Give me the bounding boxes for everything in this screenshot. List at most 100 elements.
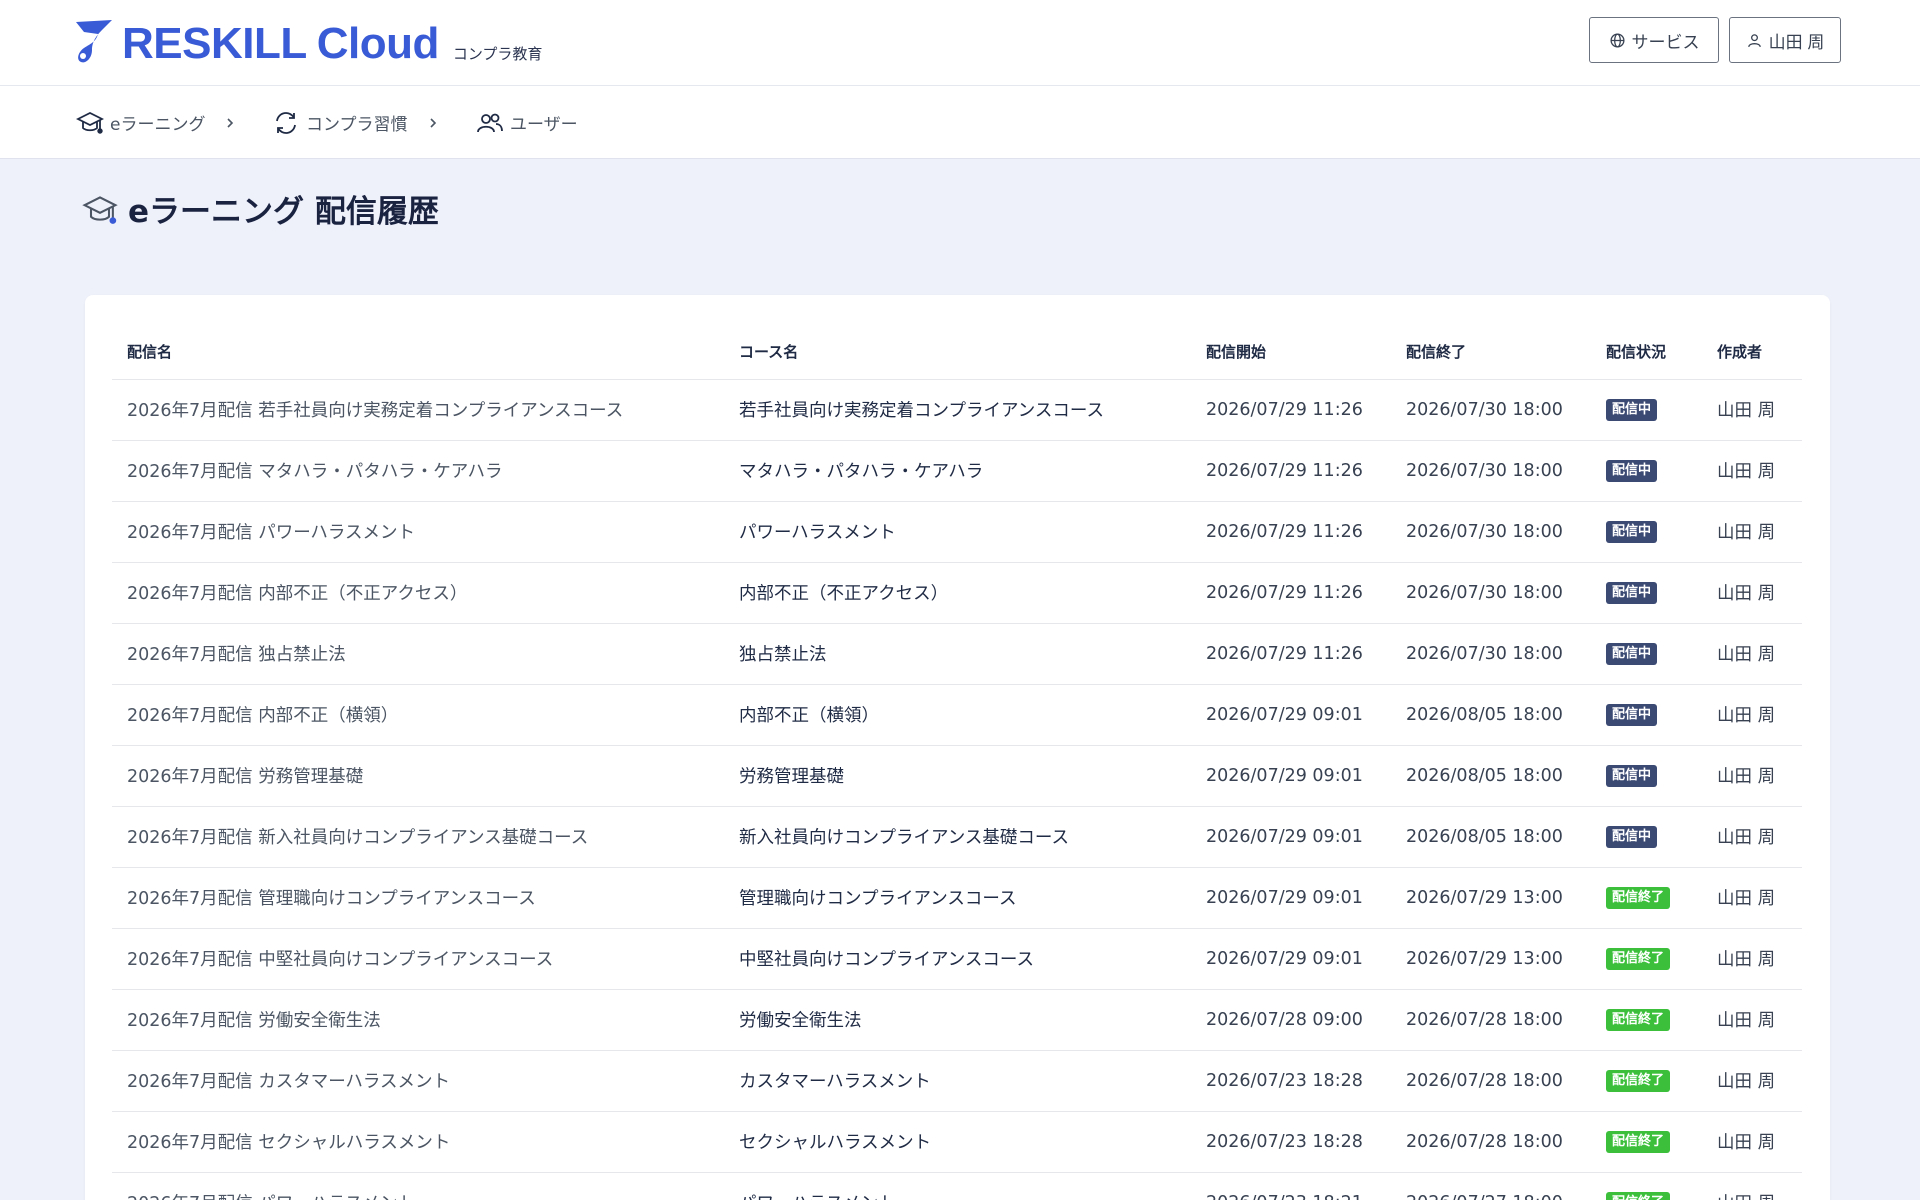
cell-course-name: 新入社員向けコンプライアンス基礎コース xyxy=(724,806,1191,868)
status-badge: 配信中 xyxy=(1606,765,1658,787)
table-row[interactable]: 2026年7月配信 中堅社員向けコンプライアンスコース 中堅社員向けコンプライアン… xyxy=(112,928,1802,990)
user-menu-label: 山田 周 xyxy=(1768,32,1825,52)
table-row[interactable]: 2026年7月配信 新入社員向けコンプライアンス基礎コース 新入社員向けコンプライ… xyxy=(112,806,1802,868)
status-badge: 配信中 xyxy=(1606,704,1658,726)
user-menu-button[interactable]: 山田 周 xyxy=(1729,17,1841,63)
status-badge: 配信終了 xyxy=(1606,948,1671,970)
page-title-text: eラーニング 配信履歴 xyxy=(128,194,439,230)
cell-start: 2026/07/29 09:01 xyxy=(1191,928,1391,990)
cell-course-name: 内部不正（不正アクセス） xyxy=(724,562,1191,624)
cell-end: 2026/07/30 18:00 xyxy=(1391,501,1591,563)
cell-course-name: 内部不正（横領） xyxy=(724,684,1191,746)
cell-delivery-name: 2026年7月配信 パワーハラスメント xyxy=(112,1172,724,1200)
column-header-creator[interactable]: 作成者 xyxy=(1702,325,1802,380)
cell-end: 2026/07/30 18:00 xyxy=(1391,440,1591,502)
cell-course-name: 若手社員向け実務定着コンプライアンスコース xyxy=(724,379,1191,441)
column-header-end[interactable]: 配信終了 xyxy=(1391,325,1591,380)
status-badge: 配信中 xyxy=(1606,582,1658,604)
column-header-status[interactable]: 配信状況 xyxy=(1591,325,1702,380)
cell-delivery-name: 2026年7月配信 セクシャルハラスメント xyxy=(112,1111,724,1173)
cell-delivery-name: 2026年7月配信 労務管理基礎 xyxy=(112,745,724,807)
cell-delivery-name: 2026年7月配信 カスタマーハラスメント xyxy=(112,1050,724,1112)
cell-end: 2026/07/29 13:00 xyxy=(1391,867,1591,929)
graduation-cap-icon xyxy=(76,111,104,134)
logo-cloud: Cloud xyxy=(316,19,440,68)
status-badge: 配信中 xyxy=(1606,643,1658,665)
cell-course-name: カスタマーハラスメント xyxy=(724,1050,1191,1112)
table-row[interactable]: 2026年7月配信 労務管理基礎 労務管理基礎 2026/07/29 09:01 20… xyxy=(112,745,1802,807)
status-badge: 配信中 xyxy=(1606,826,1658,848)
nav-item-users-label: ユーザー xyxy=(510,115,578,135)
cell-creator: 山田 周 xyxy=(1702,928,1802,990)
table-row[interactable]: 2026年7月配信 マタハラ・パタハラ・ケアハラ マタハラ・パタハラ・ケアハラ 20… xyxy=(112,440,1802,502)
page-title: eラーニング 配信履歴 xyxy=(82,186,439,231)
cell-start: 2026/07/29 09:01 xyxy=(1191,684,1391,746)
cell-delivery-name: 2026年7月配信 管理職向けコンプライアンスコース xyxy=(112,867,724,929)
cell-creator: 山田 周 xyxy=(1702,623,1802,685)
reskill-logo-icon xyxy=(76,20,112,63)
cell-end: 2026/07/28 18:00 xyxy=(1391,1111,1591,1173)
cell-end: 2026/07/30 18:00 xyxy=(1391,562,1591,624)
cell-course-name: 独占禁止法 xyxy=(724,623,1191,685)
table-row[interactable]: 2026年7月配信 パワーハラスメント パワーハラスメント 2026/07/29 1… xyxy=(112,501,1802,563)
table-row[interactable]: 2026年7月配信 パワーハラスメントパワーハラスメント2026/07/23 1… xyxy=(112,1172,1802,1200)
table-body: 2026年7月配信 若手社員向け実務定着コンプライアンスコース 若手社員向け実務定… xyxy=(112,379,1802,1200)
status-badge: 配信終了 xyxy=(1606,1070,1671,1092)
cell-creator: 山田 周 xyxy=(1702,989,1802,1051)
table-row[interactable]: 2026年7月配信 若手社員向け実務定着コンプライアンスコース 若手社員向け実務定… xyxy=(112,379,1802,441)
nav-item-compliance-habit-label: コンプラ習慣 xyxy=(306,115,408,135)
table-row[interactable]: 2026年7月配信 労働安全衛生法 労働安全衛生法 2026/07/28 09:00… xyxy=(112,989,1802,1051)
status-badge: 配信終了 xyxy=(1606,1131,1671,1153)
status-badge: 配信終了 xyxy=(1606,887,1671,909)
app-header: RESKILL Cloud コンプラ教育 サービス 山田 周 xyxy=(0,0,1920,86)
table-row[interactable]: 2026年7月配信 内部不正（不正アクセス） 内部不正（不正アクセス） 2026/0… xyxy=(112,562,1802,624)
cell-delivery-name: 2026年7月配信 独占禁止法 xyxy=(112,623,724,685)
cell-course-name: 労働安全衛生法 xyxy=(724,989,1191,1051)
cell-start: 2026/07/29 09:01 xyxy=(1191,745,1391,807)
cell-start: 2026/07/29 09:01 xyxy=(1191,867,1391,929)
cell-delivery-name: 2026年7月配信 内部不正（横領） xyxy=(112,684,724,746)
cell-end: 2026/07/27 18:00 xyxy=(1391,1172,1591,1200)
cell-creator: 山田 周 xyxy=(1702,1111,1802,1173)
cell-start: 2026/07/29 11:26 xyxy=(1191,379,1391,441)
table-row[interactable]: 2026年7月配信 内部不正（横領） 内部不正（横領） 2026/07/29 09:… xyxy=(112,684,1802,746)
chevron-right-icon xyxy=(227,117,234,128)
cell-delivery-name: 2026年7月配信 中堅社員向けコンプライアンスコース xyxy=(112,928,724,990)
nav-item-compliance-habit[interactable]: コンプラ習慣 xyxy=(272,86,440,159)
table-row[interactable]: 2026年7月配信 カスタマーハラスメント カスタマーハラスメント 2026/07/… xyxy=(112,1050,1802,1112)
cell-course-name: セクシャルハラスメント xyxy=(724,1111,1191,1173)
cell-status: 配信中 xyxy=(1591,745,1702,807)
cell-status: 配信中 xyxy=(1591,562,1702,624)
logo[interactable]: RESKILL Cloud コンプラ教育 xyxy=(72,16,542,66)
cell-creator: 山田 周 xyxy=(1702,501,1802,563)
cell-status: 配信終了 xyxy=(1591,928,1702,990)
cell-delivery-name: 2026年7月配信 内部不正（不正アクセス） xyxy=(112,562,724,624)
cell-creator: 山田 周 xyxy=(1702,806,1802,868)
cell-end: 2026/07/28 18:00 xyxy=(1391,1050,1591,1112)
cell-end: 2026/08/05 18:00 xyxy=(1391,684,1591,746)
chevron-right-icon xyxy=(429,117,436,128)
cell-status: 配信中 xyxy=(1591,379,1702,441)
column-header-delivery-name[interactable]: 配信名 xyxy=(112,325,724,380)
user-icon xyxy=(1747,33,1761,47)
cell-start: 2026/07/29 09:01 xyxy=(1191,806,1391,868)
logo-main: RESKILL xyxy=(122,19,307,68)
cell-status: 配信中 xyxy=(1591,806,1702,868)
table-row[interactable]: 2026年7月配信 独占禁止法 独占禁止法 2026/07/29 11:26 2026… xyxy=(112,623,1802,685)
table-row[interactable]: 2026年7月配信 セクシャルハラスメント セクシャルハラスメント 2026/07/… xyxy=(112,1111,1802,1173)
service-button[interactable]: サービス xyxy=(1589,17,1719,63)
service-button-label: サービス xyxy=(1631,32,1700,52)
column-header-course-name[interactable]: コース名 xyxy=(724,325,1191,380)
cell-status: 配信中 xyxy=(1591,623,1702,685)
table-row[interactable]: 2026年7月配信 管理職向けコンプライアンスコース 管理職向けコンプライアンスコ… xyxy=(112,867,1802,929)
cell-course-name: パワーハラスメント xyxy=(724,1172,1191,1200)
refresh-icon xyxy=(276,111,296,134)
nav-item-elearning[interactable]: eラーニング xyxy=(76,86,237,159)
nav-item-users[interactable]: ユーザー xyxy=(476,86,578,159)
column-header-start[interactable]: 配信開始 xyxy=(1191,325,1391,380)
cell-start: 2026/07/29 11:26 xyxy=(1191,440,1391,502)
table-header-row: 配信名 コース名 配信開始 配信終了 配信状況 作成者 xyxy=(112,325,1802,380)
cell-start: 2026/07/28 09:00 xyxy=(1191,989,1391,1051)
logo-text: RESKILL Cloud xyxy=(122,22,439,66)
cell-course-name: 労務管理基礎 xyxy=(724,745,1191,807)
